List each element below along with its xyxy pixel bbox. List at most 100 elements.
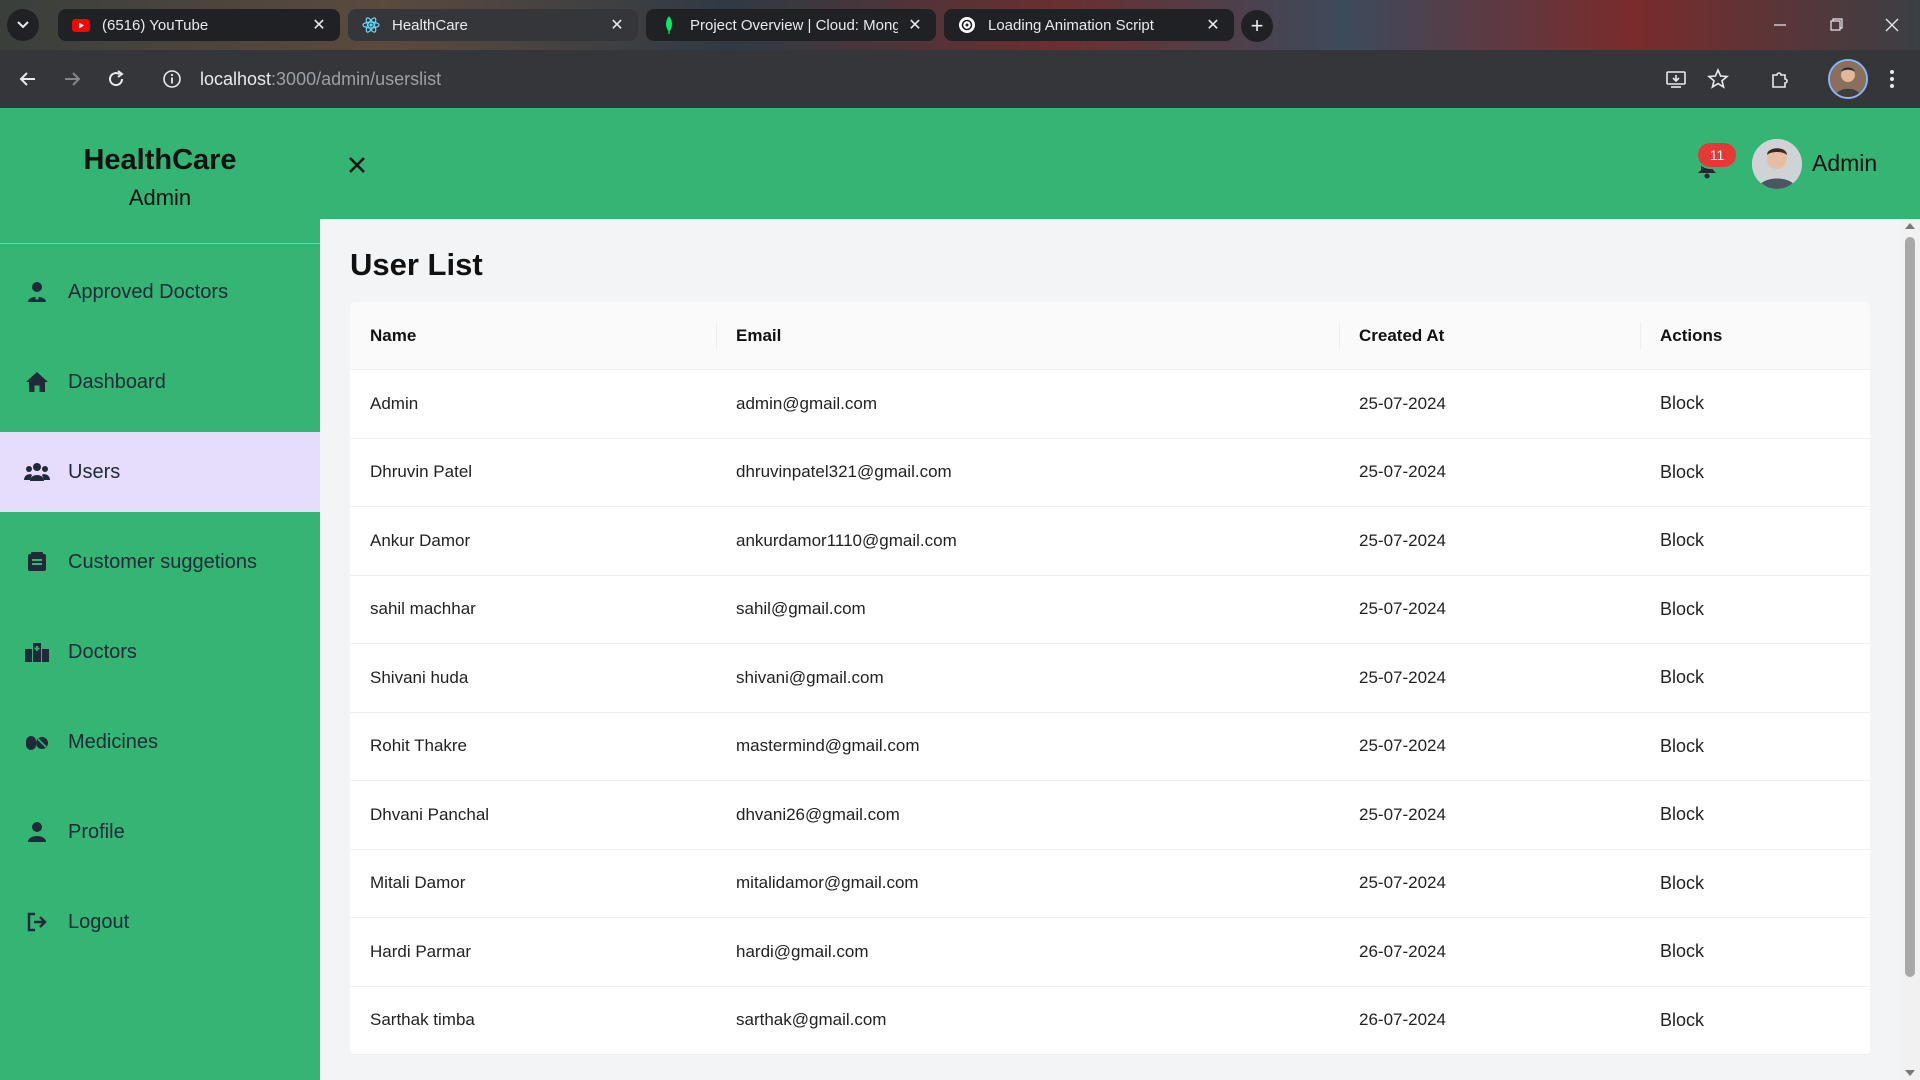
block-button[interactable]: Block — [1660, 804, 1704, 824]
close-icon[interactable]: ✕ — [310, 16, 328, 34]
brand-title: HealthCare — [83, 144, 237, 176]
tab-mongodb[interactable]: Project Overview | Cloud: MongoDB Cloud … — [646, 9, 936, 41]
block-button[interactable]: Block — [1660, 462, 1704, 482]
sidebar-toggle-button[interactable] — [342, 150, 372, 180]
sidebar-item-label: Dashboard — [68, 370, 166, 393]
pills-icon — [24, 729, 50, 755]
close-window-button[interactable] — [1864, 0, 1920, 50]
sidebar-item-approved-doctors[interactable]: Approved Doctors — [0, 252, 320, 332]
table-row: Rohit Thakre mastermind@gmail.com 25-07-… — [350, 713, 1870, 781]
cell-email: ankurdamor1110@gmail.com — [736, 530, 957, 550]
block-button[interactable]: Block — [1660, 941, 1704, 961]
cell-email: sahil@gmail.com — [736, 599, 866, 619]
block-button[interactable]: Block — [1660, 736, 1704, 756]
close-icon — [1885, 18, 1899, 32]
sidebar-item-logout[interactable]: Logout — [0, 882, 320, 962]
site-info-icon[interactable] — [156, 63, 188, 95]
cell-name: Admin — [370, 393, 419, 413]
scroll-up-icon[interactable] — [1905, 223, 1915, 229]
sidebar-item-users[interactable]: Users — [0, 432, 320, 512]
table-row: sahil machhar sahil@gmail.com 25-07-2024… — [350, 576, 1870, 644]
column-header-email[interactable]: Email — [716, 302, 1339, 370]
new-tab-button[interactable]: + — [1241, 10, 1273, 42]
address-bar[interactable]: localhost:3000/admin/userslist — [156, 58, 1656, 100]
sidebar-item-label: Medicines — [68, 730, 159, 753]
scrollbar-thumb[interactable] — [1905, 237, 1915, 977]
chevron-down-icon — [17, 21, 29, 29]
cell-email: dhruvinpatel321@gmail.com — [736, 462, 952, 482]
close-icon[interactable]: ✕ — [906, 16, 924, 34]
user-icon — [24, 819, 50, 845]
avatar[interactable] — [1752, 139, 1802, 189]
forward-button[interactable] — [56, 63, 88, 95]
cell-name: Shivani huda — [370, 667, 469, 687]
block-button[interactable]: Block — [1660, 873, 1704, 893]
reload-icon — [109, 70, 124, 87]
back-button[interactable] — [12, 63, 44, 95]
header-user-name: Admin — [1812, 150, 1878, 176]
brand: HealthCare Admin — [0, 108, 320, 244]
table-row: Shivani huda shivani@gmail.com 25-07-202… — [350, 644, 1870, 713]
sidebar-item-doctors[interactable]: Doctors — [0, 612, 320, 692]
notification-badge: 11 — [1698, 143, 1736, 167]
home-icon — [24, 369, 50, 395]
cell-created-at: 25-07-2024 — [1359, 393, 1446, 413]
install-app-button[interactable] — [1660, 63, 1692, 95]
tab-title: HealthCare — [392, 16, 468, 34]
table-row: Sarthak timba sarthak@gmail.com 26-07-20… — [350, 987, 1870, 1055]
sidebar-item-customer-suggestions[interactable]: Customer suggetions — [0, 522, 320, 602]
sidebar-item-label: Doctors — [68, 640, 137, 663]
suggestions-icon — [24, 549, 50, 575]
install-icon — [1666, 71, 1686, 88]
restore-icon — [1830, 18, 1843, 31]
cell-created-at: 26-07-2024 — [1359, 941, 1446, 961]
tab-chatgpt[interactable]: Loading Animation Script ✕ — [944, 9, 1234, 41]
cell-name: Dhruvin Patel — [370, 462, 473, 482]
cell-email: hardi@gmail.com — [736, 941, 869, 961]
maximize-button[interactable] — [1808, 0, 1864, 50]
minimize-button[interactable] — [1752, 0, 1808, 50]
table-header: Name Email Created At Actions — [350, 302, 1870, 370]
block-button[interactable]: Block — [1660, 393, 1704, 413]
puzzle-icon — [1772, 72, 1788, 88]
cell-name: Hardi Parmar — [370, 941, 472, 961]
cell-created-at: 25-07-2024 — [1359, 873, 1446, 893]
cell-email: mitalidamor@gmail.com — [736, 873, 919, 893]
extensions-button[interactable] — [1764, 63, 1796, 95]
block-button[interactable]: Block — [1660, 599, 1704, 619]
sidebar-item-medicines[interactable]: Medicines — [0, 702, 320, 782]
block-button[interactable]: Block — [1660, 667, 1704, 687]
scroll-down-icon[interactable] — [1905, 1070, 1915, 1076]
cell-name: Ankur Damor — [370, 530, 471, 550]
table-row: Ankur Damor ankurdamor1110@gmail.com 25-… — [350, 507, 1870, 576]
page-scrollbar[interactable] — [1900, 219, 1920, 1080]
column-header-name[interactable]: Name — [350, 302, 716, 370]
sidebar-item-dashboard[interactable]: Dashboard — [0, 342, 320, 422]
table-row: Hardi Parmar hardi@gmail.com 26-07-2024 … — [350, 918, 1870, 987]
browser-menu-button[interactable] — [1876, 63, 1908, 95]
close-icon[interactable]: ✕ — [1204, 16, 1222, 34]
sidebar-item-label: Logout — [68, 910, 130, 933]
doctor-icon — [24, 279, 50, 305]
bookmark-button[interactable] — [1702, 63, 1734, 95]
tab-healthcare[interactable]: HealthCare ✕ — [348, 9, 638, 41]
block-button[interactable]: Block — [1660, 530, 1704, 550]
users-icon — [24, 459, 50, 485]
block-button[interactable]: Block — [1660, 1010, 1704, 1030]
cell-created-at: 26-07-2024 — [1359, 1010, 1446, 1030]
close-icon[interactable]: ✕ — [608, 16, 626, 34]
profile-avatar-button[interactable] — [1828, 59, 1868, 99]
mongodb-leaf-icon — [660, 16, 678, 34]
sidebar-item-label: Users — [68, 460, 121, 483]
minimize-icon — [1774, 24, 1786, 26]
tab-search-button[interactable] — [7, 9, 39, 41]
column-header-created-at[interactable]: Created At — [1339, 302, 1640, 370]
sidebar-item-profile[interactable]: Profile — [0, 792, 320, 872]
app-root: HealthCare Admin Approved Doctors Dashbo… — [0, 108, 1920, 1080]
reload-button[interactable] — [100, 63, 132, 95]
tab-title: Project Overview | Cloud: MongoDB Cloud — [690, 16, 898, 34]
top-header: 11 Admin — [320, 108, 1920, 219]
table-row: Dhvani Panchal dhvani26@gmail.com 25-07-… — [350, 781, 1870, 850]
tab-youtube[interactable]: (6516) YouTube ✕ — [58, 9, 340, 41]
logout-icon — [24, 909, 50, 935]
